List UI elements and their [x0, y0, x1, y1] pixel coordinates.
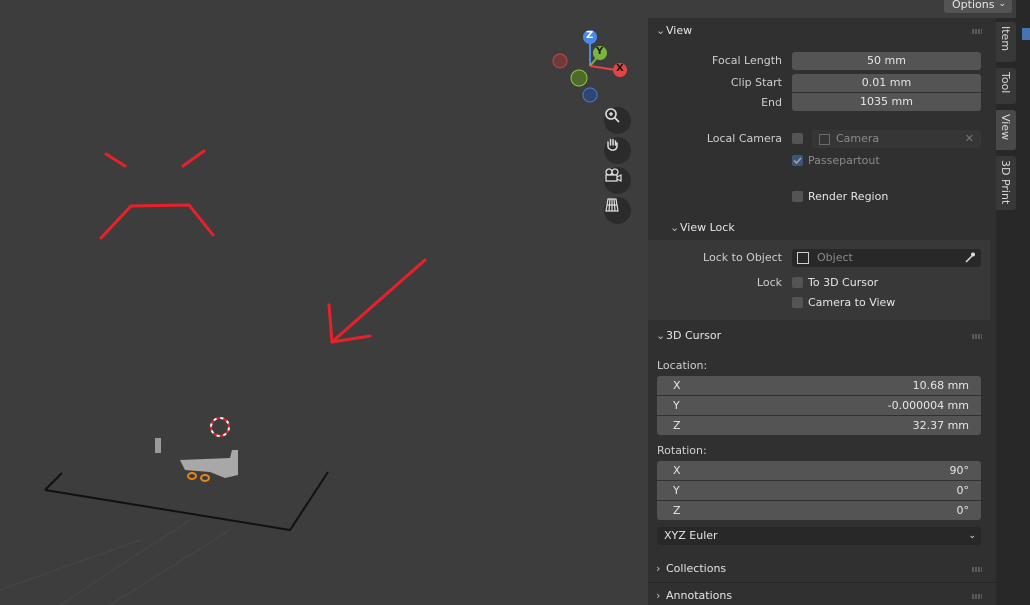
options-label: Options	[952, 0, 995, 11]
camera-to-view-label: Camera to View	[808, 296, 896, 309]
rotation-label: Rotation:	[657, 444, 707, 457]
zoom-icon	[605, 108, 620, 123]
drag-grip-icon[interactable]	[972, 594, 982, 599]
camera-view-button[interactable]	[604, 167, 631, 194]
annotations-title: Annotations	[666, 589, 733, 602]
eyedropper-icon[interactable]	[964, 251, 976, 270]
perspective-toggle-button[interactable]	[604, 197, 631, 224]
local-camera-field[interactable]: Camera ✕	[812, 130, 981, 148]
tab-3d-print[interactable]: 3D Print	[996, 156, 1016, 210]
viewport-canvas	[0, 30, 627, 605]
camera-to-view-checkbox[interactable]	[792, 297, 803, 308]
annotation-frown-face	[99, 149, 215, 240]
floor-grid	[0, 519, 231, 605]
drag-grip-icon[interactable]	[972, 29, 982, 34]
checkmark-icon	[793, 157, 802, 165]
properties-editor-edge	[1016, 0, 1030, 605]
clear-icon[interactable]: ✕	[965, 130, 974, 148]
local-camera-label: Local Camera	[706, 132, 782, 145]
annotation-arrow-down-left	[327, 258, 427, 344]
grid-perspective-icon	[605, 198, 619, 212]
rotation-mode-value: XYZ Euler	[664, 529, 718, 542]
gizmo-z-label: Z	[586, 30, 594, 41]
drag-grip-icon[interactable]	[972, 567, 982, 572]
3d-cursor-panel-title: 3D Cursor	[666, 329, 722, 342]
lock-to-3d-cursor-label: To 3D Cursor	[808, 276, 879, 289]
lock-to-object-label: Lock to Object	[703, 251, 782, 264]
camera-icon	[605, 168, 622, 182]
lock-object-field[interactable]: Object	[792, 249, 981, 267]
focal-length-field[interactable]: 50 mm	[792, 52, 981, 70]
chevron-right-icon: ›	[656, 562, 661, 575]
options-dropdown[interactable]: Options ⌄	[944, 0, 1012, 13]
object-icon	[797, 252, 809, 264]
location-z-field[interactable]: Z 32.37 mm	[657, 416, 981, 435]
model-objects	[155, 438, 238, 482]
divider	[648, 582, 996, 583]
view-lock-title: View Lock	[680, 221, 735, 234]
gizmo-y-label: Y	[596, 46, 604, 57]
focal-length-label: Focal Length	[712, 54, 782, 67]
local-camera-checkbox[interactable]	[792, 133, 803, 144]
clip-end-field[interactable]: 1035 mm	[792, 93, 981, 111]
location-label: Location:	[657, 359, 708, 372]
3d-cursor-panel-header[interactable]: ⌄3D Cursor	[656, 329, 721, 342]
clip-start-label: Clip Start	[730, 76, 782, 89]
view-panel-header[interactable]: ⌄View	[656, 24, 692, 37]
camera-object-icon	[819, 134, 830, 145]
annotations-panel-header[interactable]: › Annotations	[656, 589, 732, 602]
passepartout-checkbox[interactable]	[792, 155, 803, 166]
rotation-mode-select[interactable]: XYZ Euler ⌄	[657, 527, 981, 545]
zoom-button[interactable]	[604, 107, 631, 134]
clip-end-label: End	[761, 96, 782, 109]
rotation-x-field[interactable]: X 90°	[657, 461, 981, 480]
chevron-down-icon: ⌄	[998, 0, 1006, 9]
sidebar-tabs: Item Tool View 3D Print	[996, 18, 1016, 605]
chevron-down-icon: ⌄	[656, 24, 666, 37]
local-camera-placeholder: Camera	[836, 132, 880, 145]
chevron-down-icon: ⌄	[968, 531, 976, 541]
lock-to-3d-cursor-checkbox[interactable]	[792, 277, 803, 288]
lock-label: Lock	[756, 276, 782, 289]
chevron-right-icon: ›	[656, 589, 661, 602]
clip-start-field[interactable]: 0.01 mm	[792, 74, 981, 92]
camera-frame-outline	[44, 471, 329, 532]
tab-item[interactable]: Item	[996, 22, 1016, 62]
render-region-checkbox[interactable]	[792, 191, 803, 202]
pan-button[interactable]	[604, 137, 631, 164]
tab-view[interactable]: View	[996, 110, 1016, 150]
location-y-field[interactable]: Y -0.000004 mm	[657, 396, 981, 415]
location-x-field[interactable]: X 10.68 mm	[657, 376, 981, 395]
lock-object-placeholder: Object	[817, 251, 853, 264]
rotation-y-field[interactable]: Y 0°	[657, 481, 981, 500]
passepartout-label: Passepartout	[808, 154, 880, 167]
rotation-z-field[interactable]: Z 0°	[657, 501, 981, 520]
drag-grip-icon[interactable]	[972, 334, 982, 339]
3d-cursor[interactable]	[210, 417, 230, 437]
render-region-label: Render Region	[808, 190, 889, 203]
tab-tool[interactable]: Tool	[996, 68, 1016, 104]
view-lock-header[interactable]: ⌄View Lock	[670, 221, 735, 234]
collections-title: Collections	[666, 562, 727, 575]
3d-viewport[interactable]: Z Y X	[0, 0, 648, 605]
chevron-down-icon: ⌄	[656, 329, 666, 342]
hand-icon	[607, 138, 618, 151]
collections-panel-header[interactable]: › Collections	[656, 562, 726, 575]
gizmo-x-label: X	[616, 63, 624, 74]
chevron-down-icon: ⌄	[670, 221, 680, 234]
view-panel-title: View	[666, 24, 693, 37]
